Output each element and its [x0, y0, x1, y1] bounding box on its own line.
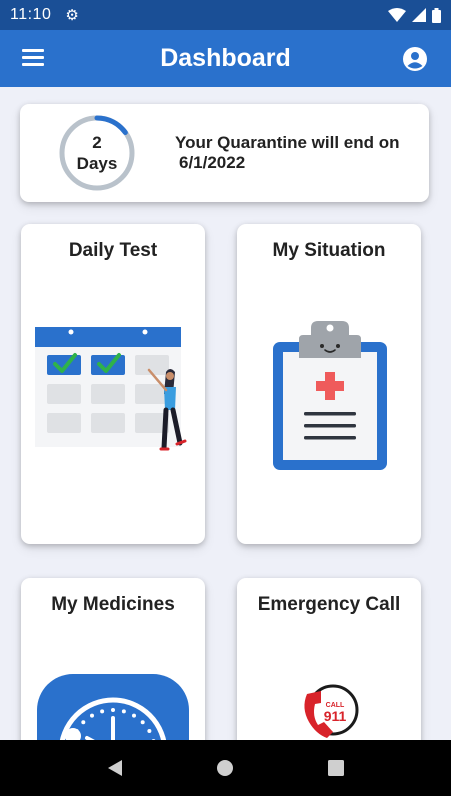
quarantine-card: 2 Days Your Quarantine will end on 6/1/2…: [20, 104, 429, 202]
emergency-badge-number: 911: [324, 708, 347, 724]
days-value: 2: [92, 133, 102, 152]
account-icon[interactable]: [403, 47, 427, 71]
calendar-illustration: [35, 327, 187, 451]
tile-title-daily-test: Daily Test: [68, 240, 158, 261]
battery-icon: [432, 7, 441, 23]
my-situation-tile[interactable]: My Situation: [237, 224, 421, 544]
tile-title-my-medicines: My Medicines: [51, 594, 175, 615]
quarantine-message: Your Quarantine will end on: [175, 133, 400, 152]
app-bar: Dashboard: [0, 30, 451, 87]
days-remaining: 2 Days: [58, 114, 136, 192]
emergency-phone-icon: CALL 911: [304, 684, 359, 738]
signal-icon: [412, 8, 426, 22]
back-icon[interactable]: [100, 753, 130, 783]
wifi-icon: [388, 8, 406, 22]
phone-screen: 11:10 ⚙ Dashboard 2 Days Your Quarantine…: [0, 0, 451, 796]
gear-icon: ⚙: [65, 7, 79, 24]
recents-icon[interactable]: [321, 753, 351, 783]
status-bar: 11:10 ⚙: [0, 0, 451, 30]
page-title: Dashboard: [160, 44, 291, 72]
status-time: 11:10: [10, 6, 52, 23]
clipboard-icon: [273, 321, 387, 470]
daily-test-tile[interactable]: Daily Test: [21, 224, 205, 544]
tile-title-emergency-call: Emergency Call: [257, 594, 401, 615]
quarantine-end-date: 6/1/2022: [179, 153, 246, 172]
home-icon[interactable]: [210, 753, 240, 783]
system-nav-bar: [0, 740, 451, 796]
tile-title-my-situation: My Situation: [272, 240, 386, 261]
days-unit: Days: [76, 154, 118, 173]
menu-icon[interactable]: [22, 49, 44, 67]
status-icons: [388, 7, 441, 23]
